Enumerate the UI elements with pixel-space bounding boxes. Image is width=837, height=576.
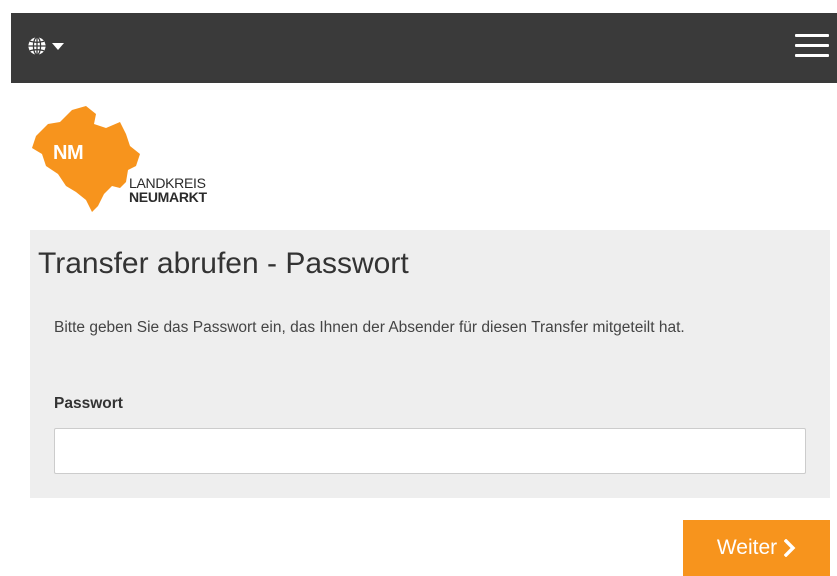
next-button-label: Weiter	[716, 536, 778, 559]
globe-icon	[28, 36, 46, 56]
chevron-right-icon	[784, 539, 796, 557]
page-title: Transfer abrufen - Passwort	[38, 247, 409, 280]
language-selector-button[interactable]	[27, 34, 73, 58]
password-input[interactable]	[54, 428, 806, 474]
logo-badge-text: NM	[53, 142, 84, 164]
next-button[interactable]: Weiter	[683, 520, 830, 576]
caret-down-icon	[52, 43, 64, 50]
password-form-panel: Transfer abrufen - Passwort Bitte geben …	[30, 230, 830, 498]
form-description: Bitte geben Sie das Passwort ein, das Ih…	[54, 319, 685, 336]
password-label: Passwort	[54, 395, 123, 412]
top-navigation-bar	[11, 13, 837, 83]
hamburger-menu-icon[interactable]	[795, 32, 829, 60]
landkreis-neumarkt-logo: NM LANDKREIS NEUMARKT	[32, 104, 242, 216]
logo-line-2: NEUMARKT	[129, 189, 207, 205]
